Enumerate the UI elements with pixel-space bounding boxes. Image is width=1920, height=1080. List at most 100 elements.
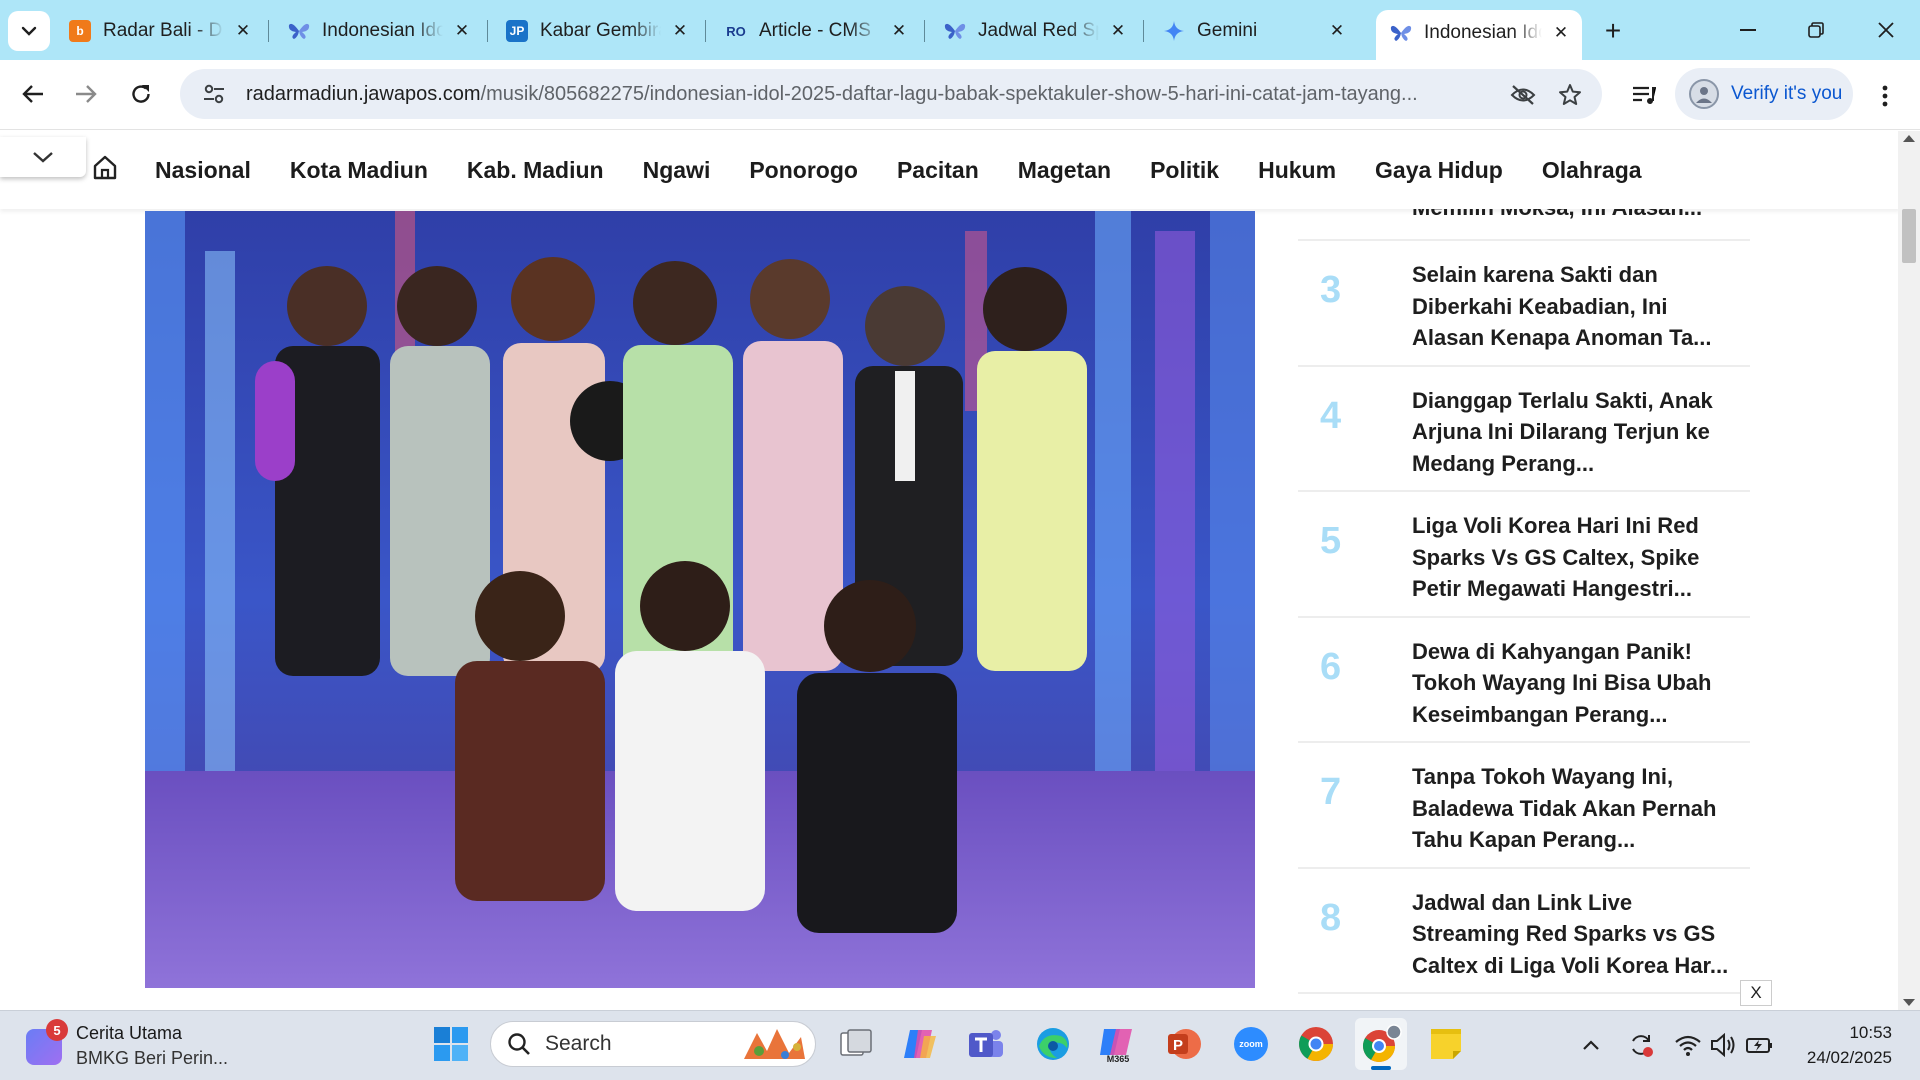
nav-item[interactable]: Magetan bbox=[1018, 157, 1111, 184]
nav-items: Nasional Kota Madiun Kab. Madiun Ngawi Ponor… bbox=[155, 157, 1642, 184]
trending-item[interactable]: 4 Dianggap Terlalu Sakti, Anak Arjuna Ini… bbox=[1298, 367, 1750, 492]
minimize-button[interactable] bbox=[1718, 8, 1778, 52]
bookmark-star-icon[interactable] bbox=[1557, 82, 1583, 108]
close-tab-icon[interactable]: ✕ bbox=[1550, 22, 1572, 44]
active-app-indicator bbox=[1371, 1066, 1391, 1070]
browser-tab[interactable]: b Radar Bali - D ✕ bbox=[55, 12, 264, 50]
zoom-button[interactable]: zoom bbox=[1225, 1018, 1277, 1070]
close-tab-icon[interactable]: ✕ bbox=[669, 20, 691, 42]
chrome-profile-icon bbox=[1362, 1024, 1402, 1062]
browser-tab[interactable]: Gemini ✕ bbox=[1149, 12, 1358, 50]
nav-item[interactable]: Kab. Madiun bbox=[467, 157, 604, 184]
trending-item[interactable]: 7 Tanpa Tokoh Wayang Ini, Baladewa Tidak … bbox=[1298, 743, 1750, 869]
gemini-icon bbox=[1163, 20, 1185, 42]
trending-title: Jadwal dan Link Live Streaming Red Spark… bbox=[1412, 889, 1729, 978]
scroll-down-icon[interactable] bbox=[1903, 999, 1915, 1006]
reload-button[interactable] bbox=[121, 74, 161, 114]
nav-item[interactable]: Kota Madiun bbox=[290, 157, 428, 184]
nav-item[interactable]: Nasional bbox=[155, 157, 251, 184]
chevron-down-icon bbox=[21, 26, 37, 36]
news-subtitle: BMKG Beri Perin... bbox=[76, 1048, 229, 1068]
nav-item[interactable]: Hukum bbox=[1258, 157, 1336, 184]
task-view-button[interactable] bbox=[830, 1018, 882, 1070]
volume-icon[interactable] bbox=[1706, 1028, 1740, 1062]
restore-icon bbox=[1808, 22, 1824, 38]
browser-tab[interactable]: Jadwal Red Sp ✕ bbox=[930, 12, 1139, 50]
trending-item[interactable]: 5 Liga Voli Korea Hari Ini Red Sparks Vs … bbox=[1298, 492, 1750, 618]
jp-icon: JP bbox=[506, 20, 528, 42]
notification-badge: 5 bbox=[46, 1019, 68, 1041]
browser-tab[interactable]: Indonesian Ido ✕ bbox=[1376, 10, 1582, 60]
trending-item[interactable]: 8 Jadwal dan Link Live Streaming Red Spar… bbox=[1298, 869, 1750, 994]
page-scrollbar[interactable] bbox=[1898, 131, 1920, 1010]
new-tab-button[interactable]: + bbox=[1596, 14, 1630, 48]
verify-profile-button[interactable]: Verify it's you bbox=[1675, 68, 1853, 120]
trending-item[interactable]: 6 Dewa di Kahyangan Panik! Tokoh Wayang I… bbox=[1298, 618, 1750, 743]
nav-item[interactable]: Ponorogo bbox=[749, 157, 858, 184]
close-tab-icon[interactable]: ✕ bbox=[1326, 20, 1348, 42]
trending-item-partial[interactable]: Memilih Moksa, Ini Alasan... bbox=[1298, 209, 1750, 241]
scroll-thumb[interactable] bbox=[1902, 209, 1916, 263]
chrome-button[interactable] bbox=[1290, 1018, 1342, 1070]
wifi-icon[interactable] bbox=[1671, 1028, 1705, 1062]
back-button[interactable] bbox=[13, 74, 53, 114]
media-controls-icon[interactable] bbox=[1626, 77, 1662, 113]
tab-search-button[interactable] bbox=[8, 11, 50, 51]
show-hidden-icons-button[interactable] bbox=[1574, 1028, 1608, 1062]
nav-item[interactable]: Gaya Hidup bbox=[1375, 157, 1503, 184]
forward-button[interactable] bbox=[66, 74, 106, 114]
powerpoint-button[interactable]: P bbox=[1158, 1018, 1210, 1070]
chrome-profile-button[interactable] bbox=[1355, 1018, 1407, 1070]
start-button[interactable] bbox=[425, 1018, 477, 1070]
nav-toggle-button[interactable] bbox=[0, 137, 86, 177]
nav-item[interactable]: Olahraga bbox=[1542, 157, 1642, 184]
eye-off-icon[interactable] bbox=[1510, 82, 1536, 108]
tab-title: Indonesian Ido bbox=[1424, 22, 1542, 43]
tab-separator bbox=[268, 20, 269, 42]
trending-rank: 5 bbox=[1320, 520, 1342, 562]
close-tab-icon[interactable]: ✕ bbox=[451, 20, 473, 42]
browser-tab[interactable]: Indonesian Ido ✕ bbox=[274, 12, 483, 50]
m365-button[interactable]: M365 bbox=[1092, 1018, 1144, 1070]
close-tab-icon[interactable]: ✕ bbox=[1107, 20, 1129, 42]
zoom-icon: zoom bbox=[1234, 1027, 1268, 1061]
close-ad-button[interactable]: X bbox=[1740, 980, 1772, 1006]
article-photo bbox=[145, 211, 1255, 988]
sticky-notes-button[interactable] bbox=[1420, 1018, 1472, 1070]
edge-button[interactable] bbox=[1027, 1018, 1079, 1070]
browser-tab[interactable]: RO Article - CMS ✕ bbox=[711, 12, 920, 50]
copilot-button[interactable] bbox=[894, 1018, 946, 1070]
restore-button[interactable] bbox=[1786, 8, 1846, 52]
tab-separator bbox=[1143, 20, 1144, 42]
user-icon bbox=[1696, 87, 1712, 103]
site-info-icon[interactable] bbox=[194, 84, 234, 104]
system-clock[interactable]: 10:53 24/02/2025 bbox=[1792, 1020, 1892, 1070]
close-window-button[interactable] bbox=[1856, 8, 1916, 52]
taskbar-search[interactable]: Search bbox=[490, 1021, 816, 1067]
scroll-up-icon[interactable] bbox=[1903, 135, 1915, 142]
svg-text:P: P bbox=[1173, 1037, 1183, 1054]
nav-item[interactable]: Ngawi bbox=[643, 157, 711, 184]
powerpoint-icon: P bbox=[1168, 1029, 1201, 1059]
close-tab-icon[interactable]: ✕ bbox=[888, 20, 910, 42]
nav-item[interactable]: Politik bbox=[1150, 157, 1219, 184]
trending-item[interactable]: 3 Selain karena Sakti dan Diberkahi Keaba… bbox=[1298, 241, 1750, 367]
trending-title: Memilih Moksa, Ini Alasan... bbox=[1412, 209, 1702, 221]
close-tab-icon[interactable]: ✕ bbox=[232, 20, 254, 42]
close-icon bbox=[1878, 22, 1894, 38]
browser-menu-button[interactable] bbox=[1870, 76, 1900, 116]
browser-tab[interactable]: JP Kabar Gembira ✕ bbox=[492, 12, 701, 50]
group-photo-image bbox=[145, 211, 1255, 988]
verify-label: Verify it's you bbox=[1731, 83, 1843, 104]
nav-item[interactable]: Pacitan bbox=[897, 157, 979, 184]
home-link[interactable] bbox=[90, 151, 120, 183]
news-widget[interactable]: 5 Cerita Utama BMKG Beri Perin... bbox=[26, 1019, 229, 1069]
battery-icon[interactable] bbox=[1742, 1028, 1776, 1062]
home-icon bbox=[93, 155, 117, 180]
teams-button[interactable] bbox=[960, 1018, 1012, 1070]
edge-icon bbox=[1037, 1028, 1069, 1060]
address-bar[interactable]: radarmadiun.jawapos.com/musik/805682275/… bbox=[180, 69, 1602, 119]
tab-title: Article - CMS bbox=[759, 20, 871, 41]
clock-time: 10:53 bbox=[1849, 1023, 1892, 1042]
sync-tray-icon[interactable] bbox=[1624, 1028, 1658, 1062]
